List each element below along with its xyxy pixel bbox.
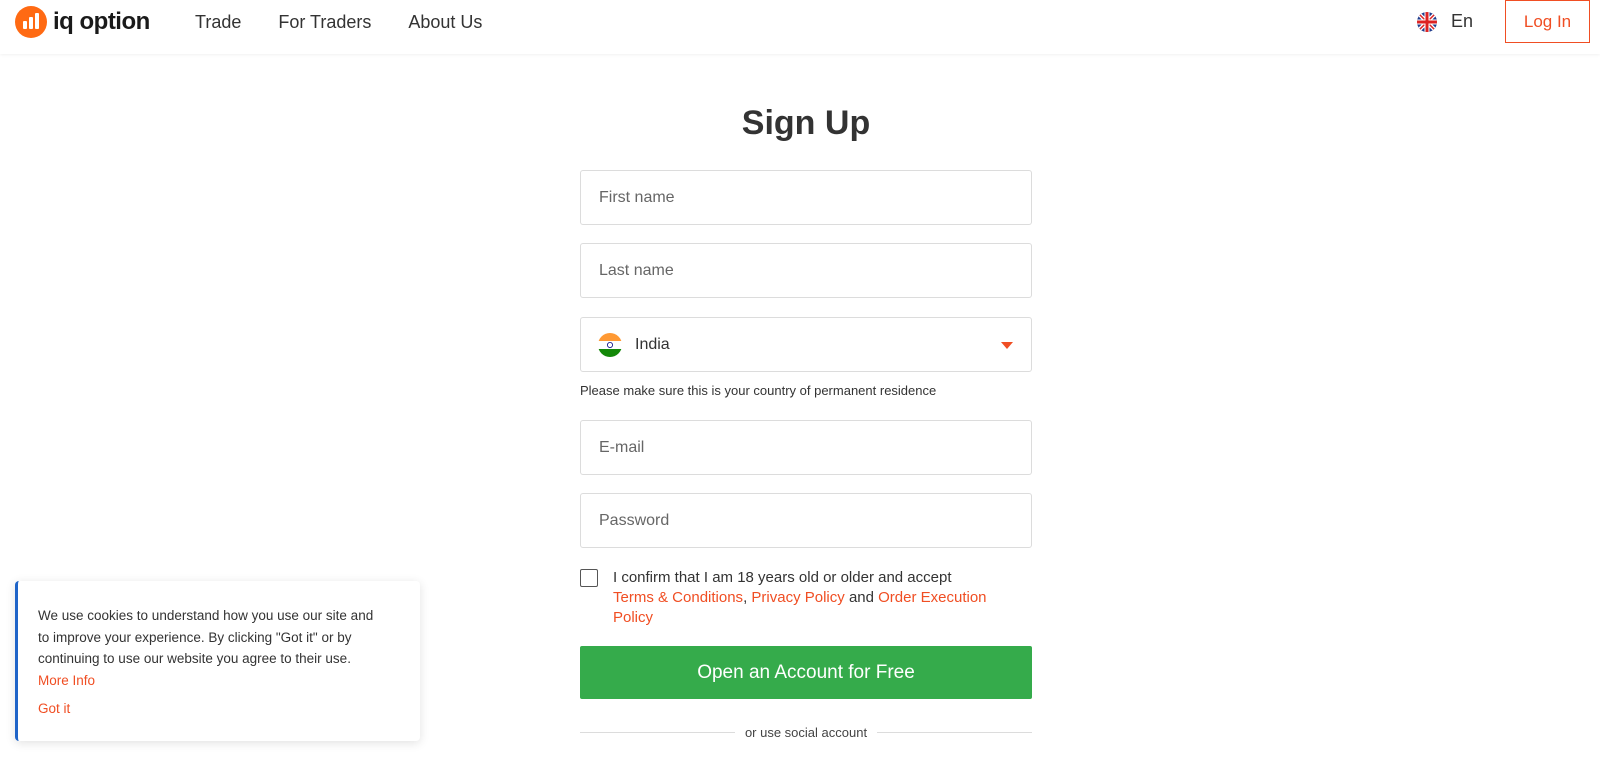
nav-about-us[interactable]: About Us xyxy=(408,12,482,33)
uk-flag-icon xyxy=(1417,11,1437,32)
email-field[interactable] xyxy=(580,420,1032,475)
india-flag-icon xyxy=(598,332,622,357)
consent-comma: , xyxy=(743,589,748,606)
logo-text: iq option xyxy=(53,8,150,35)
language-selector[interactable]: En xyxy=(1417,11,1473,32)
consent-text: I confirm that I am 18 years old or olde… xyxy=(613,568,1023,628)
terms-link[interactable]: Terms & Conditions xyxy=(613,589,743,606)
nav-trade[interactable]: Trade xyxy=(195,12,241,33)
country-select[interactable]: India xyxy=(580,317,1032,372)
logo[interactable]: iq option xyxy=(15,6,150,38)
more-info-link[interactable]: More Info xyxy=(38,673,95,688)
open-account-button[interactable]: Open an Account for Free xyxy=(580,646,1032,699)
email-input[interactable] xyxy=(581,421,1031,474)
top-header: iq option Trade For Traders About Us En … xyxy=(0,0,1600,54)
password-field[interactable] xyxy=(580,493,1032,548)
logo-bars-icon xyxy=(15,6,47,38)
consent-prefix: I confirm that I am 18 years old or olde… xyxy=(613,569,952,586)
last-name-field[interactable] xyxy=(580,243,1032,298)
main-nav: Trade For Traders About Us xyxy=(195,12,482,33)
cookie-banner: We use cookies to understand how you use… xyxy=(15,581,420,741)
privacy-link[interactable]: Privacy Policy xyxy=(751,589,844,606)
got-it-button[interactable]: Got it xyxy=(38,701,70,716)
first-name-input[interactable] xyxy=(581,171,1031,224)
page-title: Sign Up xyxy=(741,104,871,142)
cookie-text: We use cookies to understand how you use… xyxy=(38,605,383,691)
country-value: India xyxy=(635,335,670,353)
login-button[interactable]: Log In xyxy=(1505,0,1590,43)
chevron-down-icon xyxy=(1001,342,1013,349)
consent-and: and xyxy=(848,589,874,606)
nav-for-traders[interactable]: For Traders xyxy=(278,12,371,33)
social-divider: or use social account xyxy=(580,725,1032,740)
first-name-field[interactable] xyxy=(580,170,1032,225)
language-label: En xyxy=(1451,11,1474,31)
last-name-input[interactable] xyxy=(581,244,1031,297)
divider-line-right xyxy=(877,732,1032,733)
country-hint: Please make sure this is your country of… xyxy=(580,383,937,398)
consent-checkbox[interactable] xyxy=(580,569,598,587)
password-input[interactable] xyxy=(581,494,1031,547)
cookie-message: We use cookies to understand how you use… xyxy=(38,608,374,666)
